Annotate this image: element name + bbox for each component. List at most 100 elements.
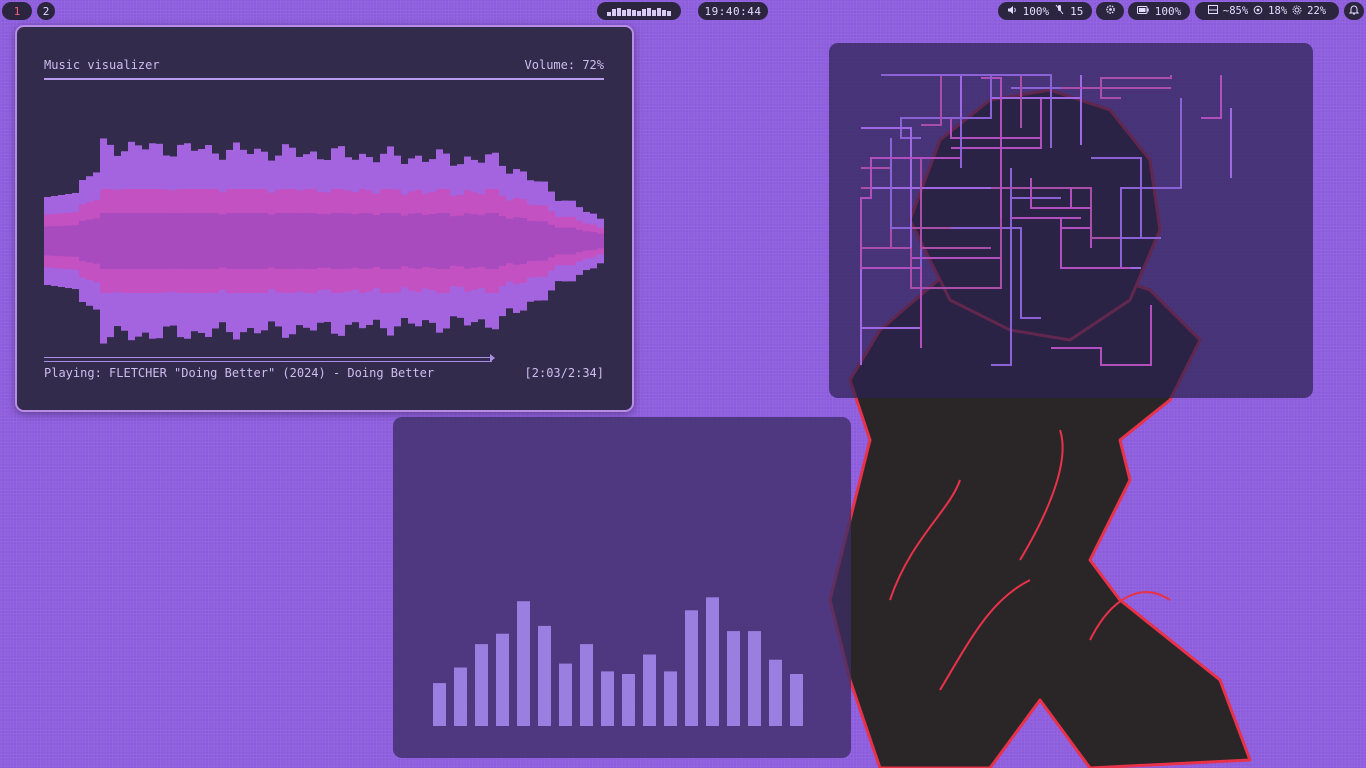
- wave-core-band: [415, 213, 422, 269]
- system-stats-widget[interactable]: ~85% 18% 22%: [1195, 2, 1339, 20]
- mini-viz-bar: [612, 9, 616, 16]
- battery-widget[interactable]: 100%: [1128, 2, 1190, 20]
- now-playing-row: Playing: FLETCHER "Doing Better" (2024) …: [44, 366, 604, 380]
- battery-label: 100%: [1154, 4, 1182, 18]
- wave-core-band: [177, 213, 184, 269]
- clock-label: 19:40:44: [704, 4, 762, 18]
- wave-core-band: [394, 213, 401, 269]
- pipes-canvas: [860, 74, 1232, 366]
- visualizer-bar: [643, 654, 656, 726]
- wave-core-band: [170, 213, 177, 269]
- wave-core-band: [268, 214, 275, 268]
- wave-core-band: [359, 213, 366, 269]
- wave-core-band: [576, 229, 583, 253]
- wave-core-band: [226, 213, 233, 269]
- pipe-segment: [951, 98, 1042, 149]
- mini-viz-bar: [607, 12, 611, 16]
- wave-core-band: [527, 220, 534, 262]
- pipe-segment: [1030, 178, 1091, 209]
- wave-core-band: [247, 213, 254, 269]
- wave-core-band: [590, 231, 597, 251]
- visualizer-bar: [538, 625, 551, 726]
- wave-core-band: [261, 213, 268, 269]
- wave-core-band: [373, 214, 380, 268]
- wave-core-band: [478, 215, 485, 267]
- wave-core-band: [513, 217, 520, 265]
- workspace-2-label: 2: [42, 4, 50, 18]
- memory-usage-label: 22%: [1307, 5, 1327, 17]
- wave-core-band: [387, 213, 394, 269]
- bell-icon: [1348, 4, 1360, 18]
- wave-core-band: [135, 213, 142, 269]
- wave-core-band: [555, 227, 562, 255]
- wave-core-band: [317, 214, 324, 268]
- visualizer-bar: [706, 597, 719, 726]
- gear-icon: [1105, 4, 1116, 18]
- wave-core-band: [534, 221, 541, 261]
- wave-core-band: [345, 213, 352, 269]
- wave-core-band: [219, 214, 226, 268]
- speaker-icon: [1007, 5, 1017, 18]
- visualizer-header: Music visualizer Volume: 72%: [44, 58, 604, 80]
- wave-core-band: [499, 216, 506, 266]
- playback-progress-bar[interactable]: [44, 354, 495, 362]
- wave-core-band: [86, 219, 93, 263]
- mini-viz-bar: [642, 9, 646, 16]
- mic-level-label: 15: [1070, 4, 1084, 18]
- pipe-segment: [911, 74, 962, 128]
- wave-core-band: [366, 213, 373, 269]
- pipe-segment: [1011, 217, 1131, 269]
- visualizer-title: Music visualizer: [44, 58, 160, 72]
- wave-core-band: [457, 215, 464, 267]
- wave-core-band: [471, 214, 478, 268]
- mini-viz-bar: [647, 8, 651, 16]
- pipe-segment: [1201, 75, 1222, 119]
- wave-core-band: [240, 213, 247, 269]
- clock-widget[interactable]: 19:40:44: [698, 2, 768, 20]
- mini-viz-bar: [627, 9, 631, 16]
- mini-viz-bar: [667, 11, 671, 16]
- pipe-segment: [920, 158, 991, 249]
- visualizer-bar: [790, 674, 803, 726]
- wave-core-band: [275, 213, 282, 269]
- settings-button[interactable]: [1096, 2, 1124, 20]
- workspace-2-button[interactable]: 2: [37, 2, 55, 20]
- pipe-segment: [881, 74, 992, 168]
- workspace-1-button[interactable]: 1: [2, 2, 32, 20]
- pipe-segment: [1091, 157, 1142, 238]
- mini-viz-bar: [637, 11, 641, 16]
- wave-core-band: [79, 220, 86, 262]
- wave-core-band: [380, 213, 387, 269]
- wave-core-band: [548, 224, 555, 258]
- visualizer-bar: [769, 659, 782, 726]
- visualizer-bar: [496, 633, 509, 726]
- wave-core-band: [450, 216, 457, 266]
- wave-core-band: [142, 213, 149, 269]
- memory-icon: [1292, 5, 1302, 18]
- wave-core-band: [331, 213, 338, 269]
- wave-core-band: [597, 233, 604, 249]
- wave-core-band: [58, 225, 65, 257]
- workspace-1-label: 1: [13, 4, 21, 18]
- wave-core-band: [492, 213, 499, 269]
- pipe-segment: [1100, 75, 1172, 99]
- cpu-usage-label: 18%: [1268, 5, 1288, 17]
- pipe-segment: [991, 75, 1082, 145]
- pipes-screensaver-window[interactable]: [829, 43, 1313, 398]
- audio-widget[interactable]: 100% 15: [998, 2, 1092, 20]
- mini-viz-bar: [632, 10, 636, 16]
- wave-core-band: [282, 213, 289, 269]
- volume-label: 100%: [1022, 4, 1050, 18]
- visualizer-bar: [622, 674, 635, 726]
- notifications-button[interactable]: [1344, 2, 1364, 20]
- waveform-visualizer: [44, 138, 604, 344]
- wave-core-band: [100, 213, 107, 269]
- wave-core-band: [296, 213, 303, 269]
- mini-viz-bar: [657, 8, 661, 16]
- wave-core-band: [324, 214, 331, 268]
- wave-core-band: [436, 213, 443, 269]
- bar-visualizer-canvas: [433, 597, 803, 726]
- music-visualizer-window[interactable]: Music visualizer Volume: 72% Playing: FL…: [15, 25, 634, 412]
- bar-visualizer-window[interactable]: [393, 417, 851, 758]
- wave-core-band: [128, 213, 135, 269]
